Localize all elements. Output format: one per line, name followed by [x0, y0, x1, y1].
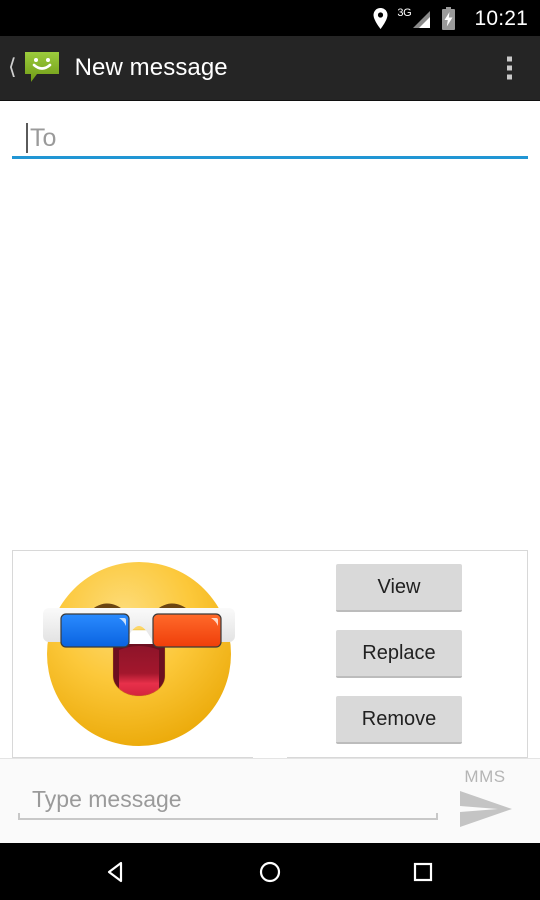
- location-pin-icon: [373, 7, 388, 29]
- page-title: New message: [74, 54, 228, 81]
- overflow-dot: [507, 56, 512, 62]
- recipient-input[interactable]: To: [12, 115, 528, 159]
- mms-label: MMS: [464, 767, 506, 786]
- attachment-panel: View Replace Remove: [12, 550, 528, 758]
- message-list-area: [0, 159, 540, 550]
- emoji-3d-glasses-face-icon: [43, 562, 235, 746]
- battery-charging-icon: [440, 6, 457, 30]
- replace-button[interactable]: Replace: [336, 630, 462, 678]
- recipient-area: To: [0, 101, 540, 159]
- back-chevron-icon[interactable]: ⟨: [0, 57, 21, 79]
- remove-button[interactable]: Remove: [336, 696, 462, 744]
- messaging-app-icon: [23, 49, 61, 87]
- nav-home-button[interactable]: [235, 843, 305, 900]
- recipient-placeholder: To: [30, 124, 57, 152]
- nav-back-button[interactable]: [82, 843, 152, 900]
- message-input-underline: [18, 813, 438, 820]
- message-placeholder: Type message: [32, 786, 182, 812]
- app-bar: ⟨ New message: [0, 36, 540, 101]
- status-icons: 3G 10:21: [373, 6, 528, 30]
- view-button[interactable]: View: [336, 564, 462, 612]
- send-arrow-icon: [458, 787, 516, 836]
- nav-recents-button[interactable]: [388, 843, 458, 900]
- navigation-bar: [0, 843, 540, 900]
- network-type-label: 3G: [397, 7, 412, 19]
- nav-back-triangle-icon: [107, 861, 122, 882]
- phone-screen: 3G 10:21 ⟨ New message To View Replace R…: [0, 0, 540, 900]
- nav-home-circle-icon: [259, 861, 281, 882]
- message-input[interactable]: Type message: [18, 770, 440, 832]
- nav-recents-square-icon: [414, 862, 433, 881]
- text-caret: [26, 123, 28, 153]
- overflow-menu-icon[interactable]: [497, 51, 522, 86]
- attachment-actions: View Replace Remove: [283, 564, 527, 744]
- send-button[interactable]: MMS: [448, 761, 532, 841]
- compose-bar: Type message MMS: [0, 758, 540, 843]
- overflow-dot: [507, 65, 512, 71]
- attachment-preview[interactable]: [13, 550, 283, 758]
- overflow-dot: [507, 74, 512, 80]
- status-bar: 3G 10:21: [0, 0, 540, 36]
- signal-bars-icon: 3G: [397, 7, 431, 29]
- status-bar-clock: 10:21: [474, 6, 528, 30]
